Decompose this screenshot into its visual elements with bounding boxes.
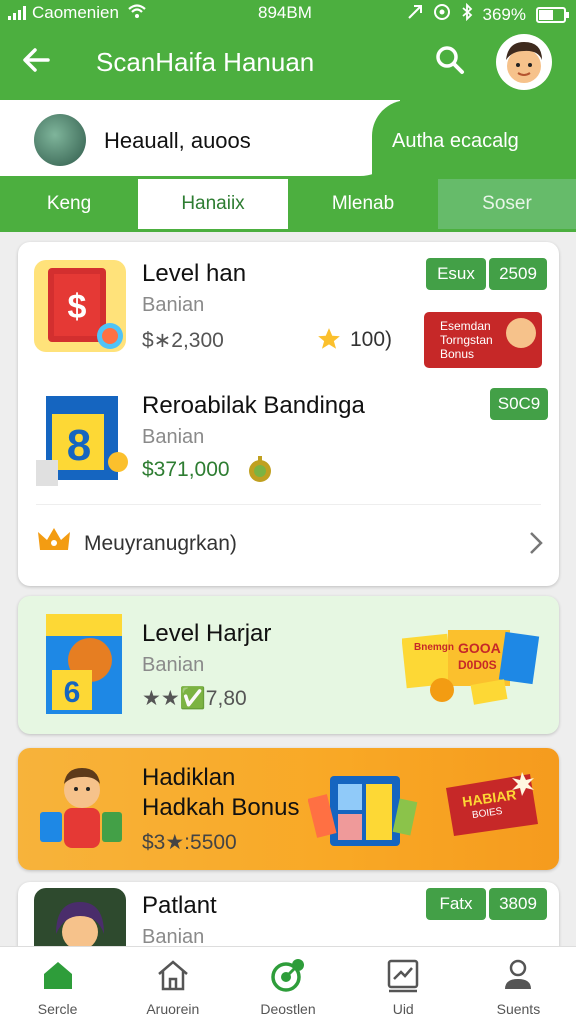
tab-1[interactable]: Keng — [0, 179, 138, 229]
item-name[interactable]: Level Harjar — [142, 620, 271, 648]
offer-card: 6 Level Harjar Banian ★★✅7,80 Bnemgn GOO… — [18, 596, 559, 734]
promo-text: D0D0S — [458, 658, 497, 672]
nav-label: Suents — [496, 1001, 541, 1017]
user-band: Heauall, auoos Autha ecacalg — [0, 100, 576, 176]
user-link[interactable]: Autha ecacalg — [392, 130, 519, 153]
item-badge: Esux — [426, 258, 486, 290]
item-badge: Fatx — [426, 888, 486, 920]
item-thumbnail[interactable]: 8 — [34, 390, 128, 486]
shop-illustration — [307, 766, 418, 862]
battery-icon — [536, 6, 569, 23]
tab-4[interactable]: Soser — [438, 179, 576, 229]
bonus-banner[interactable]: Esemdan Torngstan Bonus — [424, 312, 542, 368]
svg-text:$: $ — [68, 288, 87, 326]
signal-icon — [8, 6, 26, 20]
nav-label: Sercle — [37, 1001, 78, 1017]
nav-label: Deostlen — [260, 1001, 316, 1017]
user-name: Heauall, auoos — [104, 128, 251, 153]
user-icon — [505, 959, 532, 989]
promo-text: GOOA — [458, 640, 501, 656]
target-icon — [271, 959, 304, 992]
item-subtitle: Banian — [142, 294, 205, 316]
back-arrow-icon[interactable] — [20, 40, 52, 89]
nav-item-profile[interactable]: Suents — [461, 947, 576, 1024]
chevron-right-icon[interactable] — [527, 530, 545, 561]
signal-arrow-icon — [407, 4, 423, 25]
nav-item-discover[interactable]: Deostlen — [230, 947, 345, 1024]
user-panel: Heauall, auoos — [0, 100, 400, 176]
item-badge-value: 2509 — [489, 258, 547, 290]
item-name[interactable]: Hadiklan — [142, 764, 235, 792]
mascot-illustration[interactable] — [36, 760, 126, 860]
item-name-line2[interactable]: Hadkah Bonus — [142, 794, 299, 822]
item-name[interactable]: Level han — [142, 260, 246, 288]
carrier-label: Caomenien — [32, 3, 119, 22]
item-name[interactable]: Patlant — [142, 892, 217, 920]
status-bar: Caomenien 894BM 369% — [0, 0, 576, 26]
nav-label: Uid — [392, 1001, 414, 1017]
bonus-tag[interactable]: HABIAR BOIES — [442, 770, 546, 840]
divider — [36, 504, 541, 505]
tab-bar: Keng Hanaiix Mlenab Soser — [0, 176, 576, 232]
user-link-panel[interactable]: Autha ecacalg — [372, 100, 576, 176]
battery-percent: 369% — [482, 4, 526, 24]
item-thumbnail[interactable]: $ — [34, 260, 126, 352]
profile-avatar[interactable] — [496, 34, 552, 90]
wifi-icon — [127, 3, 147, 24]
bottom-nav: Sercle Aruorein Deostlen Uid Suents — [0, 946, 576, 1024]
more-link[interactable]: Meuyranugrkan) — [84, 532, 237, 556]
at-icon — [433, 3, 451, 26]
nav-item-house[interactable]: Aruorein — [115, 947, 230, 1024]
crown-icon — [36, 524, 72, 561]
bonus-line: Bonus — [440, 347, 475, 361]
svg-text:8: 8 — [67, 421, 91, 470]
item-price: $∗2,300 — [142, 329, 224, 352]
item-price: $3★:5500 — [142, 831, 237, 854]
clock: 894BM — [258, 3, 312, 22]
item-rating: 100) — [350, 328, 393, 351]
star-icon — [316, 326, 342, 357]
nav-item-home[interactable]: Sercle — [0, 947, 115, 1024]
tab-3[interactable]: Mlenab — [288, 179, 438, 229]
user-avatar[interactable] — [34, 114, 86, 166]
bluetooth-icon — [461, 2, 473, 26]
offer-card: $ Level han Banian $∗2,300 100) Esux 250… — [18, 242, 559, 586]
item-badge: S0C9 — [490, 388, 548, 420]
page-title: ScanHaifa Hanuan — [96, 47, 315, 77]
item-badge-value: 3809 — [489, 888, 547, 920]
svg-text:6: 6 — [64, 676, 81, 709]
home-icon — [43, 962, 72, 989]
house-icon — [157, 960, 188, 991]
nav-label: Aruorein — [146, 1001, 200, 1017]
mascot-icon — [506, 318, 536, 348]
promo-text: Bnemgn — [414, 642, 454, 653]
nav-item-stats[interactable]: Uid — [346, 947, 461, 1024]
promo-graphic[interactable]: Bnemgn GOOA D0D0S — [401, 626, 542, 706]
item-price: $371,000 — [142, 458, 230, 481]
coin-icon — [246, 454, 274, 489]
item-name[interactable]: Reroabilak Bandinga — [142, 392, 365, 420]
search-icon[interactable] — [432, 42, 468, 78]
tab-2-active[interactable]: Hanaiix — [138, 179, 288, 229]
item-thumbnail[interactable]: 6 — [38, 610, 130, 714]
app-bar: ScanHaifa Hanuan — [0, 26, 576, 100]
item-subtitle: Banian — [142, 654, 205, 676]
item-subtitle: Banian — [142, 426, 205, 448]
chart-icon — [387, 959, 419, 993]
bonus-card: Hadiklan Hadkah Bonus $3★:5500 HABIAR BO… — [18, 748, 559, 870]
item-price: ★★✅7,80 — [142, 687, 247, 710]
